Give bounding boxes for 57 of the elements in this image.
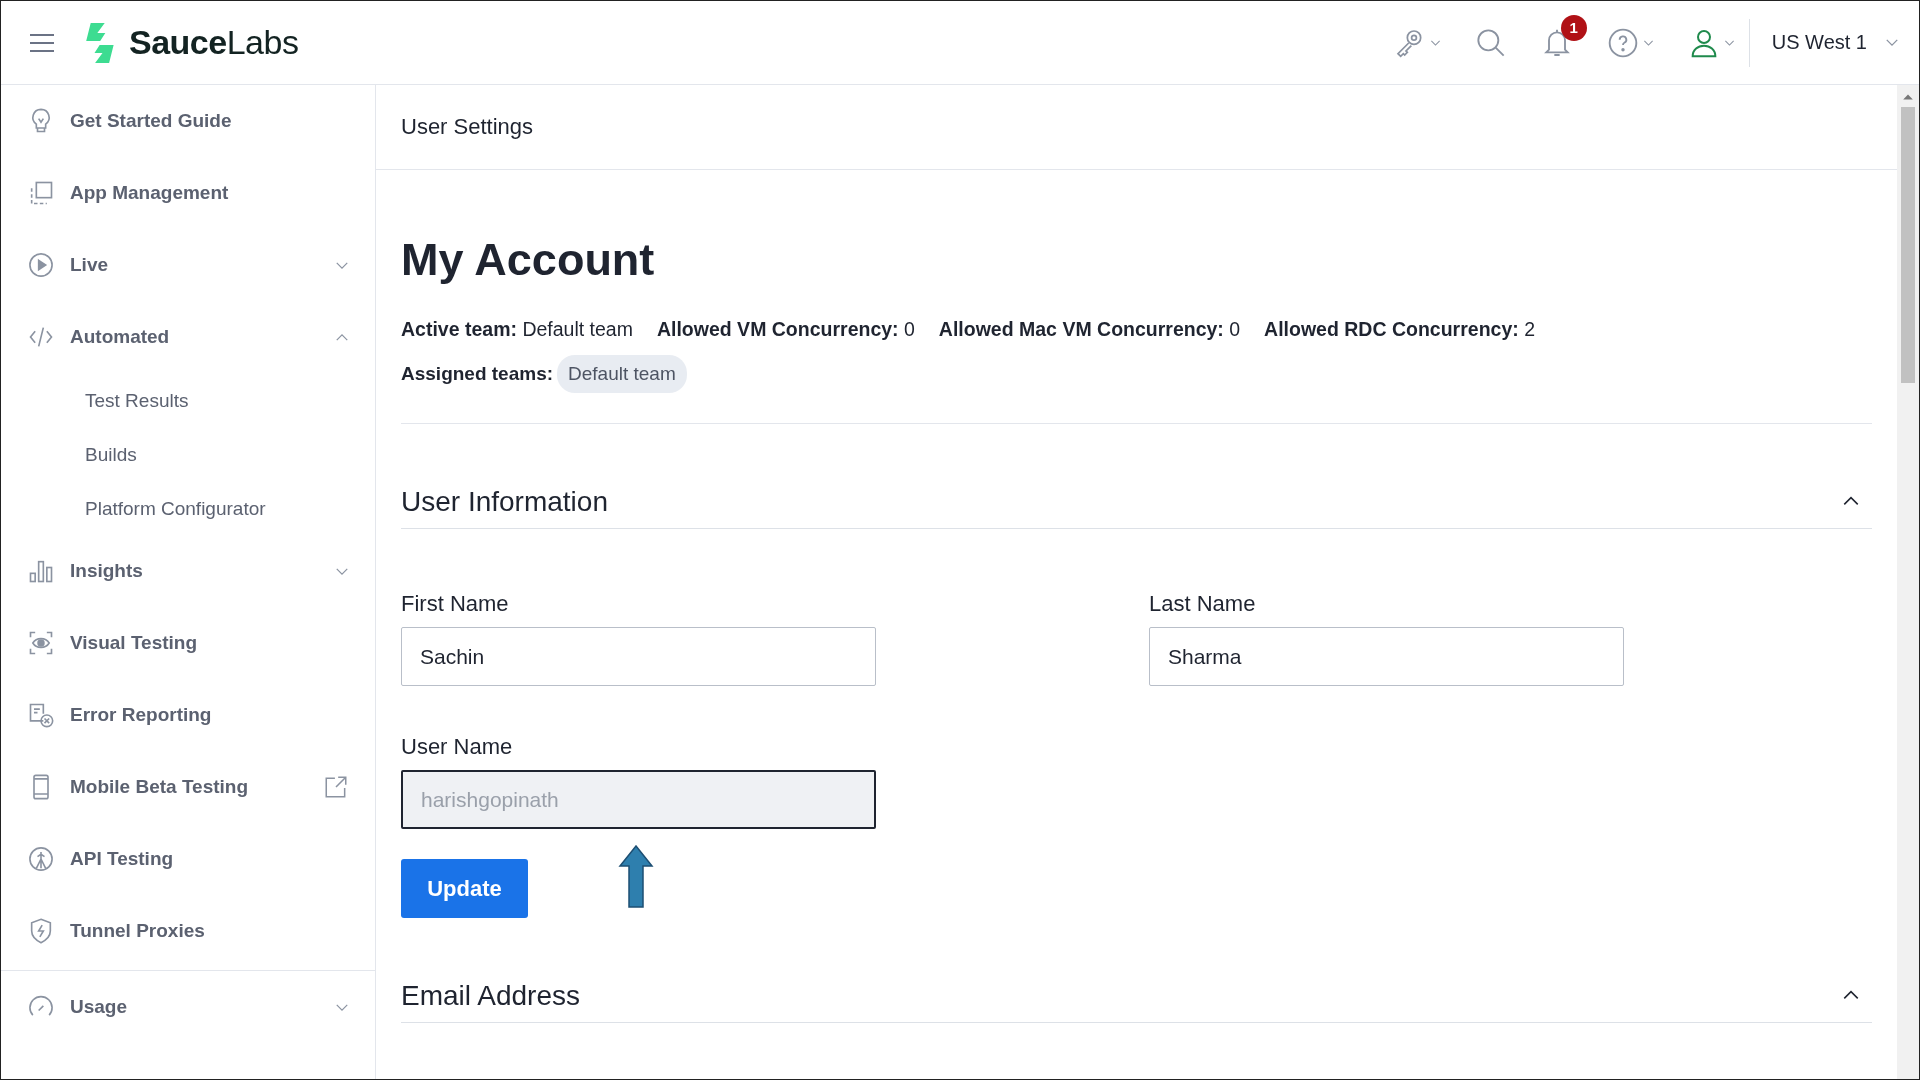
account-stat: Allowed VM Concurrency: 0 <box>656 318 915 341</box>
external-link-icon <box>323 774 349 800</box>
search-icon <box>1474 26 1507 59</box>
help-button[interactable] <box>1606 26 1654 59</box>
menu-icon <box>29 32 55 53</box>
caret-icon <box>1642 38 1654 47</box>
scrollbar-thumb[interactable] <box>1901 107 1915 383</box>
page-breadcrumb: User Settings <box>401 114 534 140</box>
up-arrow-drawing <box>618 845 654 908</box>
section-title: User Information <box>401 486 608 518</box>
sidebar-subitem[interactable]: Platform Configurator <box>1 481 375 535</box>
region-selector[interactable]: US West 1 <box>1771 31 1899 54</box>
sidebar-subitem[interactable]: Test Results <box>1 373 375 427</box>
api-icon <box>27 845 55 873</box>
chevron-icon <box>1842 988 1860 1001</box>
account-stat: Active team: Default team <box>401 318 633 341</box>
play-icon <box>27 251 55 279</box>
sidebar-item[interactable]: Mobile Beta Testing <box>1 751 375 823</box>
account-stat: Allowed RDC Concurrency: 2 <box>1264 318 1535 341</box>
page-title: My Account <box>401 234 656 286</box>
caret-icon <box>1885 38 1899 47</box>
sidebar-item[interactable]: App Management <box>1 157 375 229</box>
text-input[interactable]: Sharma <box>1149 627 1624 686</box>
sidebar-item[interactable]: Visual Testing <box>1 607 375 679</box>
eye-icon <box>27 629 55 657</box>
sidebar-item[interactable]: Tunnel Proxies <box>1 895 375 967</box>
field-label: User Name <box>401 734 514 760</box>
notification-badge: 1 <box>1560 14 1587 41</box>
update-button[interactable]: Update <box>401 859 528 918</box>
sidebar-item[interactable]: Live <box>1 229 375 301</box>
field-label: First Name <box>401 591 510 617</box>
sidebar-item[interactable]: Get Started Guide <box>1 85 375 157</box>
search-button[interactable] <box>1474 26 1507 59</box>
sidebar-subitem[interactable]: Builds <box>1 427 375 481</box>
assigned-teams-label: Assigned teams: <box>401 363 554 385</box>
menu-button[interactable] <box>29 32 55 53</box>
error-report-icon <box>27 701 55 729</box>
help-icon <box>1606 26 1639 59</box>
sidebar-item[interactable]: API Testing <box>1 823 375 895</box>
chevron-icon <box>1842 494 1860 507</box>
sidebar-item[interactable]: Insights <box>1 535 375 607</box>
scrollbar[interactable] <box>1897 85 1919 1079</box>
caret-icon <box>1429 38 1441 47</box>
field-label: Last Name <box>1149 591 1257 617</box>
chevron-icon <box>335 332 349 342</box>
chevron-icon <box>335 260 349 270</box>
sidebar-item[interactable]: Usage <box>1 971 375 1043</box>
team-chip: Default team <box>557 355 687 393</box>
sidebar-item[interactable]: Error Reporting <box>1 679 375 751</box>
chevron-icon <box>335 566 349 576</box>
caret-icon <box>1723 38 1735 47</box>
chevron-icon <box>335 1002 349 1012</box>
sidebar-item[interactable]: Automated <box>1 301 375 373</box>
text-input[interactable]: Sachin <box>401 627 876 686</box>
brand-name: SauceLabs <box>129 23 299 62</box>
account-stat: Allowed Mac VM Concurrency: 0 <box>938 318 1241 341</box>
section-title: Email Address <box>401 980 580 1012</box>
